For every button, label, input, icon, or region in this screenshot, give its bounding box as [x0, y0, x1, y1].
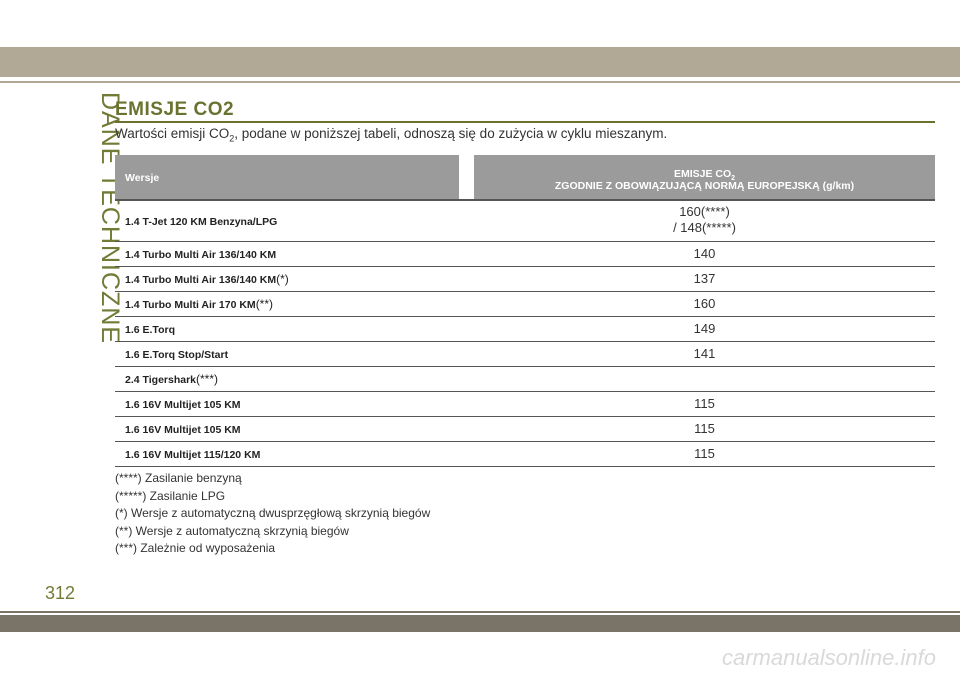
footnote: (**) Wersje z automatyczną skrzynią bieg… [115, 523, 349, 538]
row-version: 1.4 Turbo Multi Air 136/140 KM(*) [125, 272, 289, 286]
row-value: 160 [693, 296, 716, 311]
row-version: 2.4 Tigershark(***) [125, 372, 219, 386]
heading-rule [115, 121, 935, 123]
row-version: 1.6 16V Multijet 105 KM [125, 399, 241, 411]
row-version: 1.4 T-Jet 120 KM Benzyna/LPG [125, 216, 278, 228]
intro-before: Wartości emisji CO [115, 126, 230, 141]
intro-after: , podane w poniższej tabeli, odnoszą się… [234, 126, 668, 141]
row-value: 160(****)/ 148(*****) [673, 204, 736, 235]
table-row: 1.6 16V Multijet 105 KM 115 [115, 417, 935, 442]
row-version: 1.6 16V Multijet 115/120 KM [125, 449, 261, 461]
table-row: 1.6 16V Multijet 115/120 KM 115 [115, 442, 935, 467]
row-value: 137 [693, 271, 716, 286]
header-rule [0, 81, 960, 83]
row-value: 141 [693, 346, 716, 361]
table-row: 1.4 T-Jet 120 KM Benzyna/LPG 160(****) / … [115, 201, 935, 242]
footer-band [0, 615, 960, 632]
row-version: 1.6 16V Multijet 105 KM [125, 424, 241, 436]
intro-text: Wartości emisji CO2, podane w poniższej … [115, 126, 667, 144]
table-row: 1.4 Turbo Multi Air 170 KM(**) 160 [115, 292, 935, 317]
row-version: 1.6 E.Torq [125, 324, 175, 336]
emission-table: 1.4 T-Jet 120 KM Benzyna/LPG 160(****) / … [115, 201, 935, 467]
footnote: (*) Wersje z automatyczną dwusprzęgłową … [115, 506, 431, 520]
row-value: 149 [693, 321, 716, 336]
footnote: (*****) Zasilanie LPG [115, 488, 226, 503]
table-header-version: Wersje [115, 155, 459, 199]
page-heading: EMISJE CO2 [115, 99, 235, 120]
row-value: 140 [693, 246, 716, 261]
page-number: 312 [45, 583, 76, 603]
table-row: 1.4 Turbo Multi Air 136/140 KM(*) 137 [115, 267, 935, 292]
row-value: 115 [694, 446, 715, 461]
header-emission-line2: ZGODNIE Z OBOWIĄZUJĄCĄ NORMĄ EUROPEJSKĄ … [554, 180, 855, 192]
row-value: 115 [694, 421, 715, 436]
table-row: 2.4 Tigershark(***) [115, 367, 935, 392]
header-version-label: Wersje [125, 172, 160, 184]
watermark: carmanualsonline.info [721, 645, 936, 670]
row-version: 1.6 E.Torq Stop/Start [125, 349, 229, 361]
table-row: 1.6 E.Torq 149 [115, 317, 935, 342]
footnote: (***) Zależnie od wyposażenia [115, 541, 276, 555]
footnote: (****) Zasilanie benzyną [115, 471, 242, 485]
header-band [0, 47, 960, 77]
table-header-emission: EMISJE CO2 ZGODNIE Z OBOWIĄZUJĄCĄ NORMĄ … [474, 155, 935, 199]
row-value: 115 [694, 396, 715, 411]
footer-rule [0, 611, 960, 613]
row-version: 1.4 Turbo Multi Air 170 KM(**) [125, 297, 274, 311]
table-row: 1.6 E.Torq Stop/Start 141 [115, 342, 935, 367]
table-row: 1.6 16V Multijet 105 KM 115 [115, 392, 935, 417]
row-version: 1.4 Turbo Multi Air 136/140 KM [125, 249, 277, 261]
table-row: 1.4 Turbo Multi Air 136/140 KM 140 [115, 242, 935, 267]
footnotes: (****) Zasilanie benzyną (*****) Zasilan… [115, 470, 430, 558]
